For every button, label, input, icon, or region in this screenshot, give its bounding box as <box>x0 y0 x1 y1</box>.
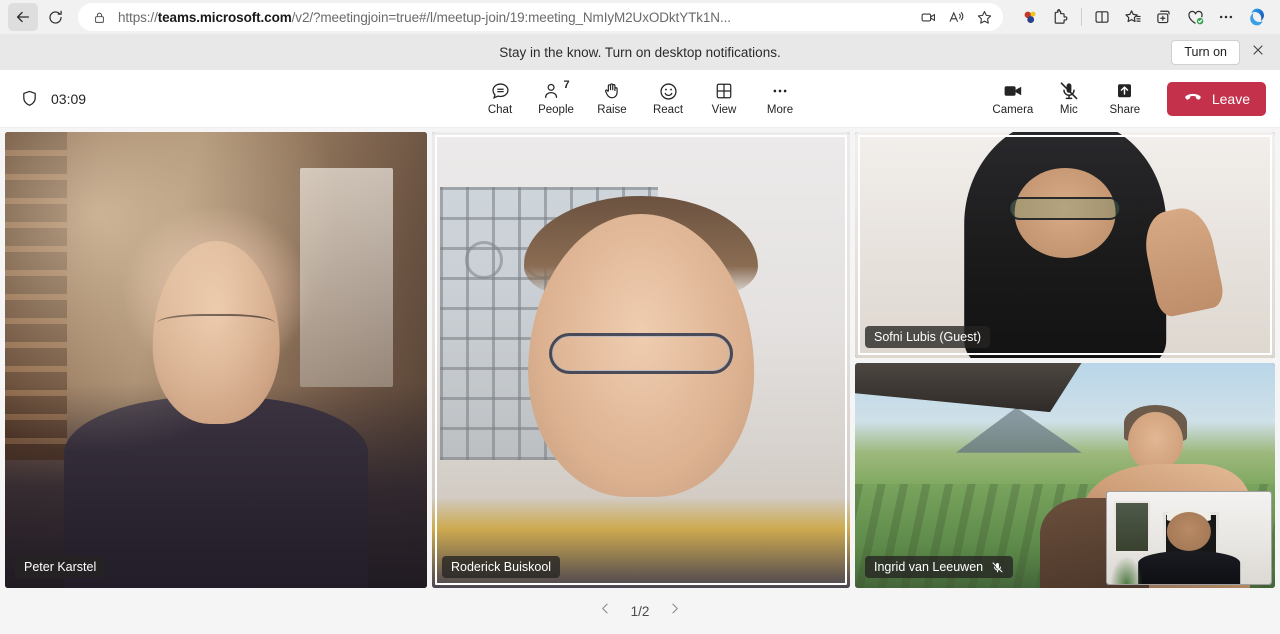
settings-more-icon[interactable] <box>1211 3 1241 31</box>
video-tile-ingrid-van-leeuwen[interactable]: Ingrid van Leeuwen <box>855 362 1275 588</box>
lock-icon <box>90 11 108 24</box>
meeting-timer: 03:09 <box>51 90 87 107</box>
video-stream <box>432 132 850 588</box>
participant-name: Sofni Lubis (Guest) <box>874 329 981 344</box>
chat-bubble-icon <box>490 80 511 102</box>
shield-icon[interactable] <box>20 89 39 108</box>
next-page-button[interactable] <box>663 600 685 622</box>
back-arrow-icon <box>14 8 32 26</box>
share-up-arrow-icon <box>1114 80 1135 102</box>
split-screen-icon[interactable] <box>1087 3 1117 31</box>
video-stage: Peter Karstel Roderick Buiskool Sofni Lu… <box>0 128 1280 634</box>
reload-button[interactable] <box>40 3 70 31</box>
grid-column-left: Peter Karstel <box>5 132 427 588</box>
people-button[interactable]: 7 People <box>528 77 584 120</box>
chat-label: Chat <box>487 104 513 117</box>
view-button[interactable]: View <box>696 77 752 120</box>
favorite-star-icon[interactable] <box>971 5 997 29</box>
view-grid-icon <box>714 80 734 102</box>
video-tile-sofni-lubis[interactable]: Sofni Lubis (Guest) <box>855 132 1275 358</box>
collections-icon[interactable] <box>1118 3 1148 31</box>
extensions-puzzle-icon[interactable] <box>1046 3 1076 31</box>
mic-muted-icon <box>991 561 1004 574</box>
camera-on-icon <box>1002 80 1024 102</box>
browser-performance-icon[interactable] <box>1180 3 1210 31</box>
previous-page-button[interactable] <box>595 600 617 622</box>
close-icon <box>1251 43 1265 62</box>
video-tile-peter-karstel[interactable]: Peter Karstel <box>5 132 427 588</box>
video-stream <box>5 132 427 588</box>
leave-label: Leave <box>1211 90 1250 107</box>
meeting-toolbar: 03:09 Chat 7 People Raise React View Mor… <box>0 70 1280 128</box>
raise-label: Raise <box>597 104 627 117</box>
participant-name-chip: Peter Karstel <box>15 556 106 578</box>
chat-button[interactable]: Chat <box>472 77 528 120</box>
camera-video-icon[interactable] <box>915 5 941 29</box>
chevron-right-icon <box>668 602 681 620</box>
react-smiley-icon <box>658 80 679 102</box>
gallery-pager: 1/2 <box>5 588 1275 634</box>
leave-button[interactable]: Leave <box>1166 81 1266 116</box>
meeting-controls-center: Chat 7 People Raise React View More <box>472 77 808 120</box>
hangup-phone-icon <box>1183 87 1203 110</box>
people-icon: 7 <box>542 79 570 102</box>
url-text: https://teams.microsoft.com/v2/?meetingj… <box>118 9 731 25</box>
participant-name: Roderick Buiskool <box>451 560 552 574</box>
raise-hand-icon <box>602 80 622 102</box>
view-label: View <box>711 104 737 117</box>
mic-muted-icon <box>1058 80 1080 102</box>
video-stream <box>1107 492 1271 584</box>
notification-message: Stay in the know. Turn on desktop notifi… <box>499 44 781 60</box>
toolbar-divider <box>1081 8 1082 26</box>
share-button[interactable]: Share <box>1097 77 1153 120</box>
self-view-pip[interactable] <box>1106 491 1272 585</box>
browser-extension-toolbar <box>1011 3 1272 31</box>
copilot-icon[interactable] <box>1242 3 1272 31</box>
more-button[interactable]: More <box>752 77 808 120</box>
share-label: Share <box>1109 104 1141 117</box>
turn-on-notifications-button[interactable]: Turn on <box>1171 39 1240 65</box>
address-bar[interactable]: https://teams.microsoft.com/v2/?meetingj… <box>78 3 1003 31</box>
grid-column-center: Roderick Buiskool <box>432 132 850 588</box>
chevron-left-icon <box>599 602 612 620</box>
mic-button[interactable]: Mic <box>1041 77 1097 120</box>
meeting-controls-right: Camera Mic Share Leave <box>985 77 1266 120</box>
video-stream <box>855 132 1275 358</box>
reload-icon <box>47 9 64 26</box>
camera-label: Camera <box>992 104 1034 117</box>
participant-name: Peter Karstel <box>24 560 97 574</box>
video-tile-roderick-buiskool[interactable]: Roderick Buiskool <box>432 132 850 588</box>
mic-label: Mic <box>1059 104 1078 117</box>
teams-meeting-app: 03:09 Chat 7 People Raise React View Mor… <box>0 70 1280 634</box>
more-label: More <box>766 104 794 117</box>
add-tab-group-icon[interactable] <box>1149 3 1179 31</box>
participant-name-chip: Sofni Lubis (Guest) <box>865 325 990 348</box>
more-ellipsis-icon <box>770 80 790 102</box>
notification-banner: Stay in the know. Turn on desktop notifi… <box>0 34 1280 70</box>
participant-name-chip: Ingrid van Leeuwen <box>865 556 1014 578</box>
back-button[interactable] <box>8 3 38 31</box>
react-button[interactable]: React <box>640 77 696 120</box>
people-label: People <box>538 104 574 117</box>
raise-hand-button[interactable]: Raise <box>584 77 640 120</box>
video-grid: Peter Karstel Roderick Buiskool Sofni Lu… <box>5 132 1275 588</box>
browser-toolbar: https://teams.microsoft.com/v2/?meetingj… <box>0 0 1280 34</box>
close-banner-button[interactable] <box>1244 39 1272 65</box>
react-label: React <box>652 104 684 117</box>
read-aloud-icon[interactable] <box>943 5 969 29</box>
page-indicator: 1/2 <box>630 603 650 619</box>
participant-name-chip: Roderick Buiskool <box>442 556 561 578</box>
grid-column-right: Sofni Lubis (Guest) Ingrid van Leeuwen <box>855 132 1275 588</box>
camera-button[interactable]: Camera <box>985 77 1041 120</box>
participant-name: Ingrid van Leeuwen <box>874 560 984 574</box>
people-count-badge: 7 <box>563 79 570 92</box>
browser-essentials-spheres-icon[interactable] <box>1015 3 1045 31</box>
